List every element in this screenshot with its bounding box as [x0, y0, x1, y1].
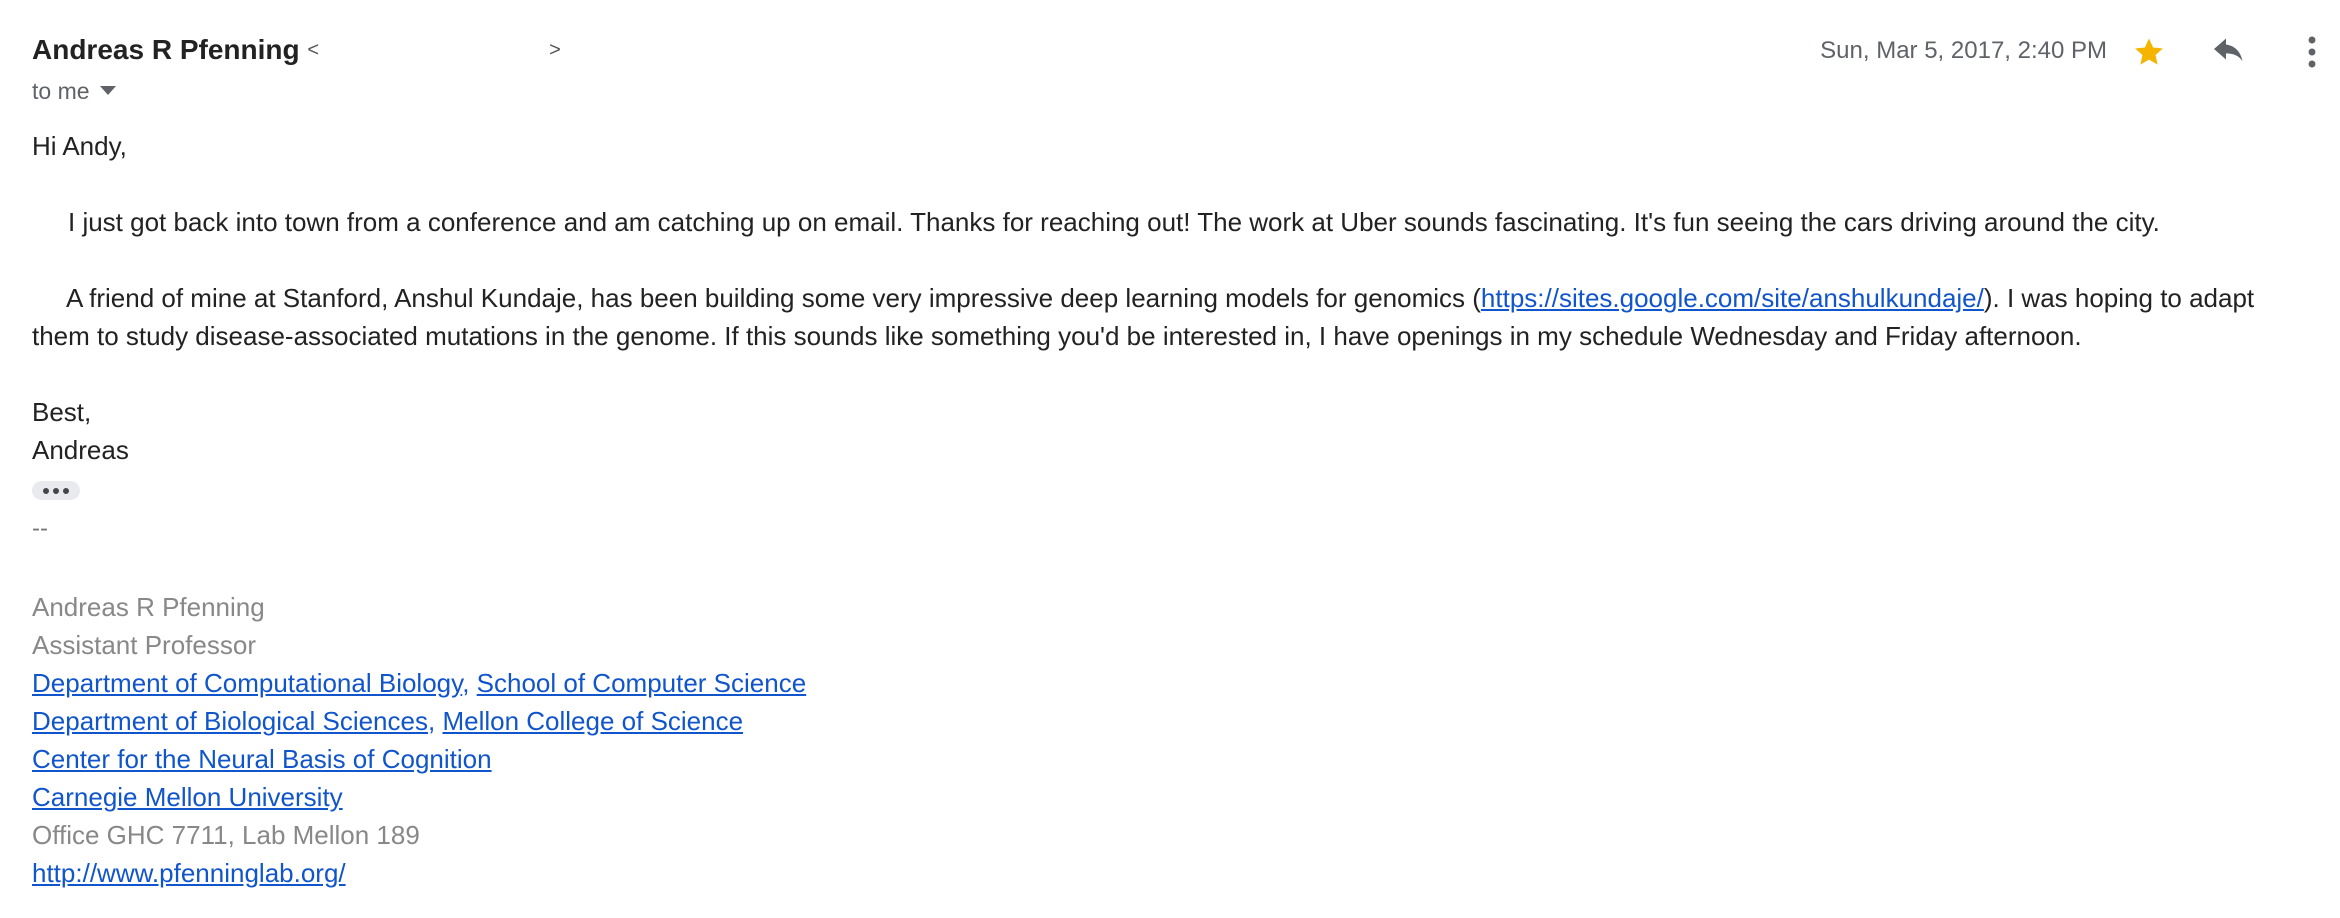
email-signature: Andreas R Pfenning Assistant Professor D…: [32, 588, 806, 892]
message-header: Andreas R Pfenning < > to me Sun, Mar 5, …: [32, 30, 2340, 140]
reply-icon: [2214, 38, 2243, 61]
trim-dot: [53, 487, 59, 494]
recipients-line[interactable]: to me: [32, 74, 116, 108]
signature-affiliation-2: Department of Biological Sciences, Mello…: [32, 702, 806, 740]
email-message-view: Andreas R Pfenning < > to me Sun, Mar 5, …: [0, 0, 2340, 918]
sender-email-close: >: [549, 38, 561, 61]
biological-sciences-link[interactable]: Department of Biological Sciences: [32, 706, 428, 736]
sender-name[interactable]: Andreas R Pfenning: [32, 34, 300, 65]
paragraph-1: I just got back into town from a confere…: [68, 207, 2160, 237]
sender-email-open: <: [307, 38, 320, 61]
signature-name: Andreas R Pfenning: [32, 592, 265, 622]
reply-button[interactable]: [2207, 30, 2251, 74]
greeting: Hi Andy,: [32, 131, 127, 161]
signature-comma: ,: [462, 668, 470, 698]
star-icon: [2135, 38, 2163, 65]
signature-title: Assistant Professor: [32, 630, 256, 660]
signoff: Andreas: [32, 435, 129, 465]
signature-website-line: http://www.pfenninglab.org/: [32, 854, 806, 892]
recipients-label: to me: [32, 78, 90, 104]
lab-website-link[interactable]: http://www.pfenninglab.org/: [32, 858, 346, 888]
cmu-link[interactable]: Carnegie Mellon University: [32, 782, 343, 812]
mellon-college-link[interactable]: Mellon College of Science: [442, 706, 743, 736]
closing: Best,: [32, 397, 92, 427]
more-vert-icon: [2308, 36, 2316, 68]
chevron-down-icon[interactable]: [99, 86, 116, 96]
signature-office: Office GHC 7711, Lab Mellon 189: [32, 820, 420, 850]
trim-dot: [63, 487, 69, 494]
closing-block: Best, Andreas: [32, 393, 2292, 469]
signature-affiliation-4: Carnegie Mellon University: [32, 778, 806, 816]
paragraph-2: A friend of mine at Stanford, Anshul Kun…: [32, 279, 2292, 355]
computational-biology-link[interactable]: Department of Computational Biology: [32, 668, 462, 698]
show-trimmed-content-button[interactable]: [32, 481, 80, 500]
neural-basis-center-link[interactable]: Center for the Neural Basis of Cognition: [32, 744, 492, 774]
signature-comma: ,: [427, 706, 436, 736]
signature-affiliation-1: Department of Computational Biology, Sch…: [32, 664, 806, 702]
sender-email[interactable]: < >: [307, 30, 560, 70]
more-options-button[interactable]: [2290, 30, 2334, 74]
message-body: Hi Andy, I just got back into town from …: [32, 127, 2292, 469]
sender-line: Andreas R Pfenning < >: [32, 30, 561, 72]
signature-separator: --: [32, 515, 48, 542]
signature-affiliation-3: Center for the Neural Basis of Cognition: [32, 740, 806, 778]
trim-dot: [43, 487, 49, 494]
message-date: Sun, Mar 5, 2017, 2:40 PM: [1820, 37, 2107, 64]
anshul-kundaje-link[interactable]: https://sites.google.com/site/anshulkund…: [1481, 283, 1984, 313]
computer-science-school-link[interactable]: School of Computer Science: [477, 668, 807, 698]
star-button[interactable]: [2127, 30, 2171, 74]
paragraph-2-text-before: A friend of mine at Stanford, Anshul Kun…: [66, 283, 1481, 313]
